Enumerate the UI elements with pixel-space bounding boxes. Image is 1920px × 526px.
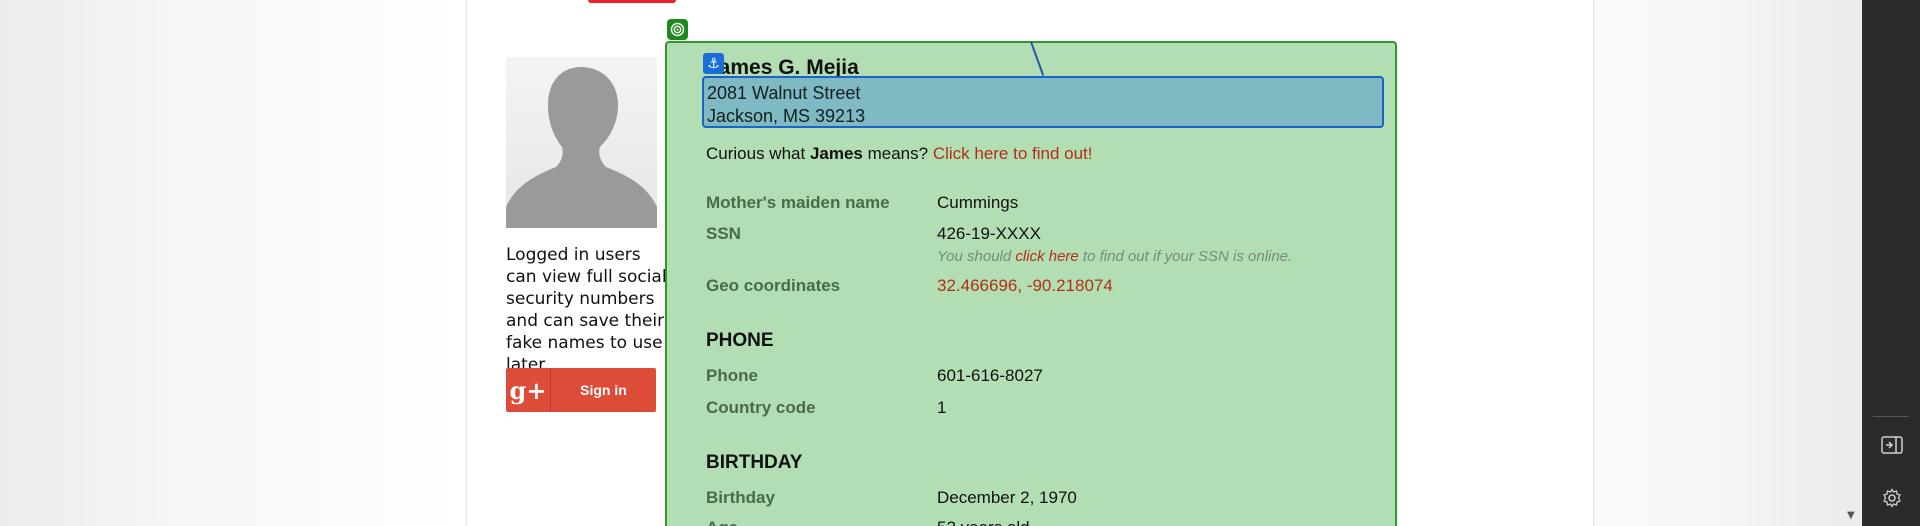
geo-coordinates-link[interactable]: 32.466696, -90.218074 — [937, 276, 1113, 296]
google-plus-icon: g+ — [506, 368, 551, 412]
country-code-value: 1 — [937, 398, 947, 417]
address-line-2: Jackson, MS 39213 — [707, 106, 866, 126]
ssn-value: 426-19-XXXX — [937, 224, 1041, 243]
ssn-note-prefix: You should — [937, 248, 1016, 265]
avatar-silhouette-icon — [506, 67, 657, 228]
scroll-down-arrow-icon[interactable]: ▼ — [1847, 510, 1855, 521]
maiden-name-value: Cummings — [937, 193, 1019, 212]
birthday-section-title: BIRTHDAY — [706, 452, 803, 473]
phone-section-title: PHONE — [706, 330, 774, 351]
name-meaning-link[interactable]: Click here to find out! — [933, 144, 1093, 163]
birthday-value: December 2, 1970 — [937, 488, 1077, 507]
signin-label: Sign in — [580, 382, 627, 398]
age-value: 52 years old — [937, 518, 1030, 526]
google-signin-button[interactable]: g+ Sign in — [506, 368, 656, 412]
ssn-label: SSN — [706, 224, 741, 243]
curious-prefix: Curious what — [706, 144, 810, 163]
ssn-note-suffix: to find out if your SSN is online. — [1078, 248, 1293, 265]
panel-toggle-icon[interactable] — [1880, 433, 1904, 457]
address-line-1: 2081 Walnut Street — [707, 83, 861, 103]
ssn-note: You should click here to find out if you… — [937, 248, 1292, 265]
country-code-label: Country code — [706, 398, 816, 417]
rail-divider — [1873, 416, 1909, 417]
ssn-check-link[interactable]: click here — [1015, 248, 1078, 265]
geo-label: Geo coordinates — [706, 276, 841, 295]
top-red-tab[interactable] — [588, 0, 676, 3]
curious-name: James — [809, 144, 863, 163]
address-highlight[interactable]: 2081 Walnut Street Jackson, MS 39213 — [702, 76, 1384, 128]
phone-value: 601-616-8027 — [937, 366, 1043, 385]
maiden-name-label: Mother's maiden name — [706, 193, 890, 212]
curious-suffix: means? — [862, 144, 933, 163]
phone-label: Phone — [706, 366, 758, 385]
avatar — [506, 57, 657, 228]
name-meaning-line: Curious what James means? Click here to … — [706, 144, 1093, 164]
age-label: Age — [706, 518, 738, 526]
login-info-text: Logged in users can view full social sec… — [506, 245, 667, 375]
gear-icon[interactable] — [1880, 486, 1904, 510]
target-icon[interactable] — [667, 19, 688, 40]
birthday-label: Birthday — [706, 488, 775, 507]
scrollbar[interactable] — [1842, 0, 1862, 526]
anchor-icon[interactable]: ⚓ — [703, 53, 724, 74]
